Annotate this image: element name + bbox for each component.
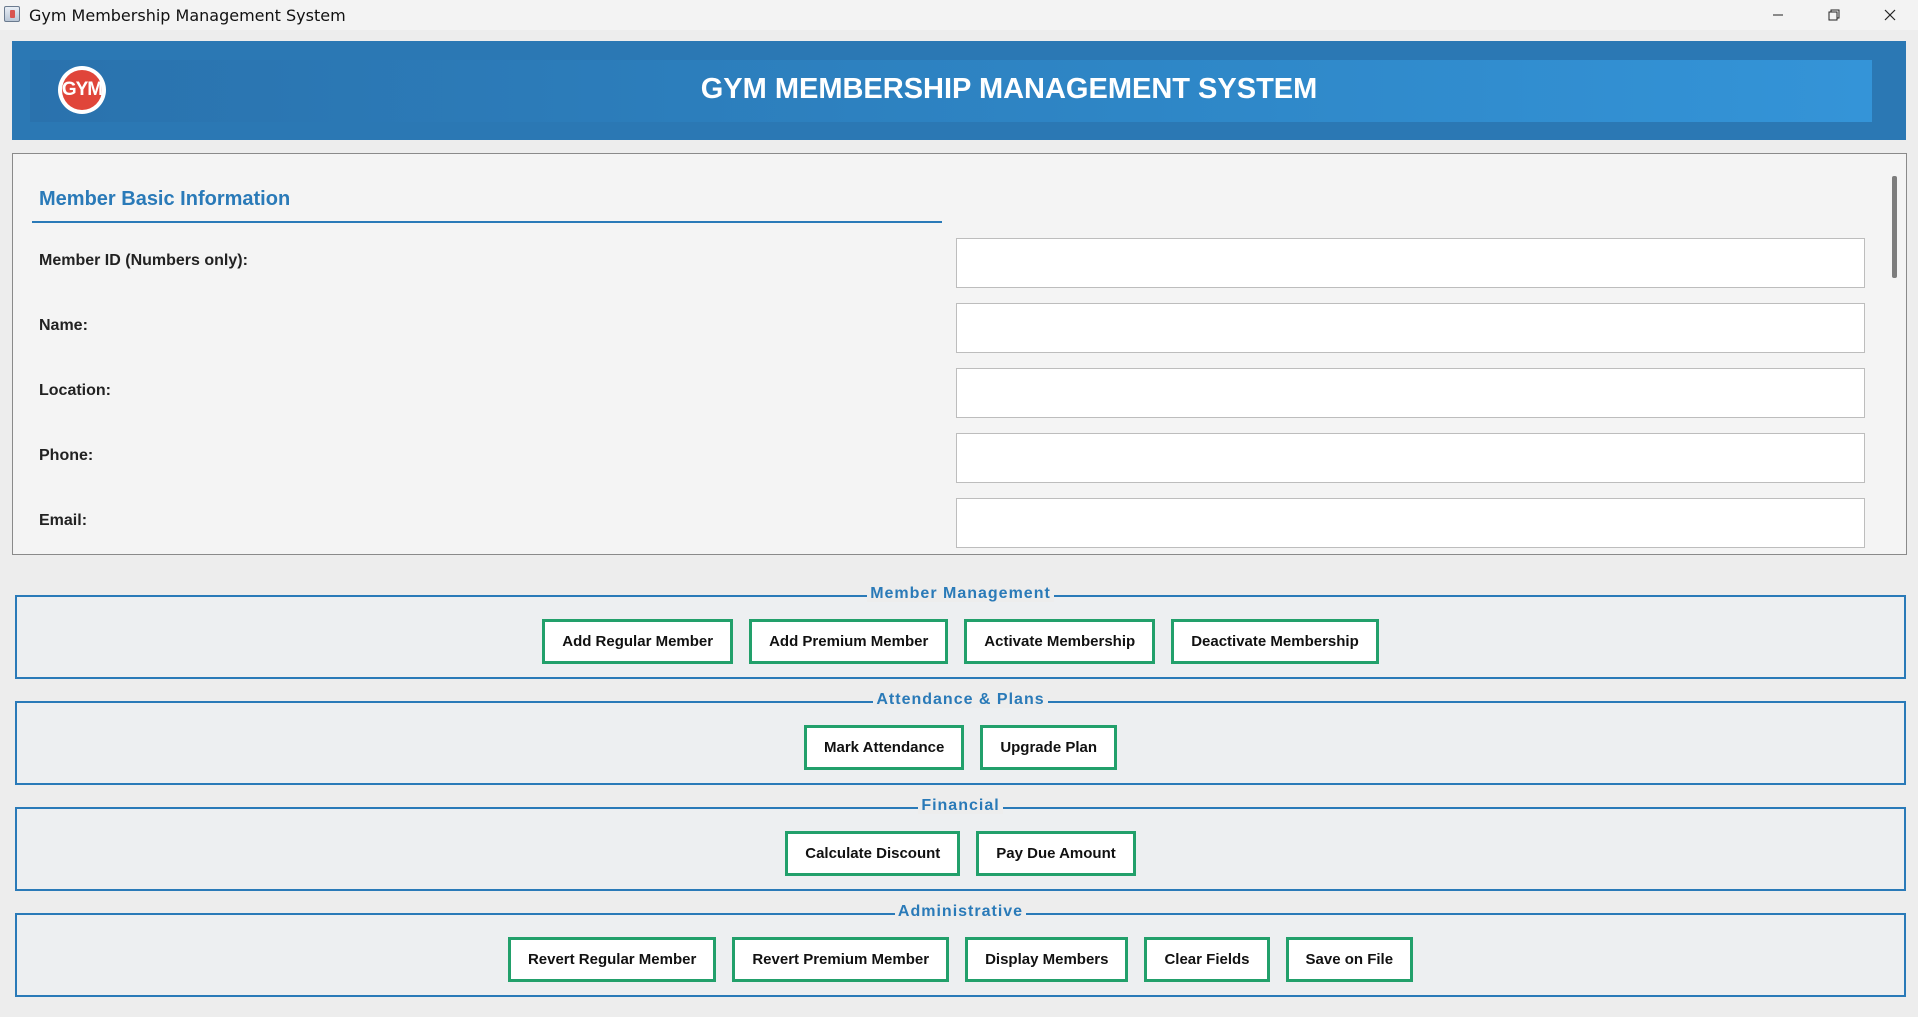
email-label: Email: bbox=[39, 512, 88, 529]
group-title-financial: Financial bbox=[918, 797, 1003, 814]
button-row: Calculate Discount Pay Due Amount bbox=[17, 831, 1904, 876]
save-on-file-button[interactable]: Save on File bbox=[1285, 937, 1414, 982]
java-app-icon bbox=[4, 6, 20, 22]
attendance-plans-group: Attendance & Plans Mark Attendance Upgra… bbox=[15, 691, 1906, 785]
section-divider bbox=[32, 221, 942, 223]
location-label: Location: bbox=[39, 382, 111, 399]
close-button[interactable] bbox=[1862, 0, 1918, 30]
window-title: Gym Membership Management System bbox=[29, 6, 346, 25]
name-input[interactable] bbox=[956, 303, 1865, 353]
button-row: Mark Attendance Upgrade Plan bbox=[17, 725, 1904, 770]
member-id-input[interactable] bbox=[956, 238, 1865, 288]
calculate-discount-button[interactable]: Calculate Discount bbox=[785, 831, 961, 876]
member-id-label: Member ID (Numbers only): bbox=[39, 252, 248, 269]
administrative-group: Administrative Revert Regular Member Rev… bbox=[15, 903, 1906, 997]
upgrade-plan-button[interactable]: Upgrade Plan bbox=[980, 725, 1117, 770]
activate-membership-button[interactable]: Activate Membership bbox=[964, 619, 1156, 664]
button-row: Add Regular Member Add Premium Member Ac… bbox=[17, 619, 1904, 664]
phone-input[interactable] bbox=[956, 433, 1865, 483]
revert-premium-member-button[interactable]: Revert Premium Member bbox=[732, 937, 950, 982]
minimize-icon bbox=[1773, 14, 1783, 16]
member-info-panel: Member Basic Information Member ID (Numb… bbox=[12, 153, 1907, 555]
phone-label: Phone: bbox=[39, 447, 94, 464]
display-members-button[interactable]: Display Members bbox=[965, 937, 1129, 982]
revert-regular-member-button[interactable]: Revert Regular Member bbox=[507, 937, 717, 982]
group-title-member-management: Member Management bbox=[867, 585, 1054, 602]
location-input[interactable] bbox=[956, 368, 1865, 418]
restore-icon bbox=[1828, 9, 1840, 21]
email-input[interactable] bbox=[956, 498, 1865, 548]
vertical-scrollbar[interactable] bbox=[1892, 176, 1897, 278]
pay-due-amount-button[interactable]: Pay Due Amount bbox=[976, 831, 1136, 876]
close-icon bbox=[1884, 9, 1896, 21]
member-info-title: Member Basic Information bbox=[39, 188, 291, 210]
deactivate-membership-button[interactable]: Deactivate Membership bbox=[1171, 619, 1379, 664]
add-regular-member-button[interactable]: Add Regular Member bbox=[542, 619, 734, 664]
member-management-group: Member Management Add Regular Member Add… bbox=[15, 585, 1906, 679]
mark-attendance-button[interactable]: Mark Attendance bbox=[804, 725, 965, 770]
group-title-administrative: Administrative bbox=[894, 903, 1027, 920]
minimize-button[interactable] bbox=[1750, 0, 1806, 30]
group-title-attendance-plans: Attendance & Plans bbox=[873, 691, 1048, 708]
clear-fields-button[interactable]: Clear Fields bbox=[1144, 937, 1270, 982]
button-row: Revert Regular Member Revert Premium Mem… bbox=[17, 937, 1904, 982]
add-premium-member-button[interactable]: Add Premium Member bbox=[749, 619, 949, 664]
restore-button[interactable] bbox=[1806, 0, 1862, 30]
page-title: GYM MEMBERSHIP MANAGEMENT SYSTEM bbox=[700, 73, 1318, 105]
name-label: Name: bbox=[39, 317, 88, 334]
window-titlebar: Gym Membership Management System bbox=[0, 0, 1918, 30]
financial-group: Financial Calculate Discount Pay Due Amo… bbox=[15, 797, 1906, 891]
